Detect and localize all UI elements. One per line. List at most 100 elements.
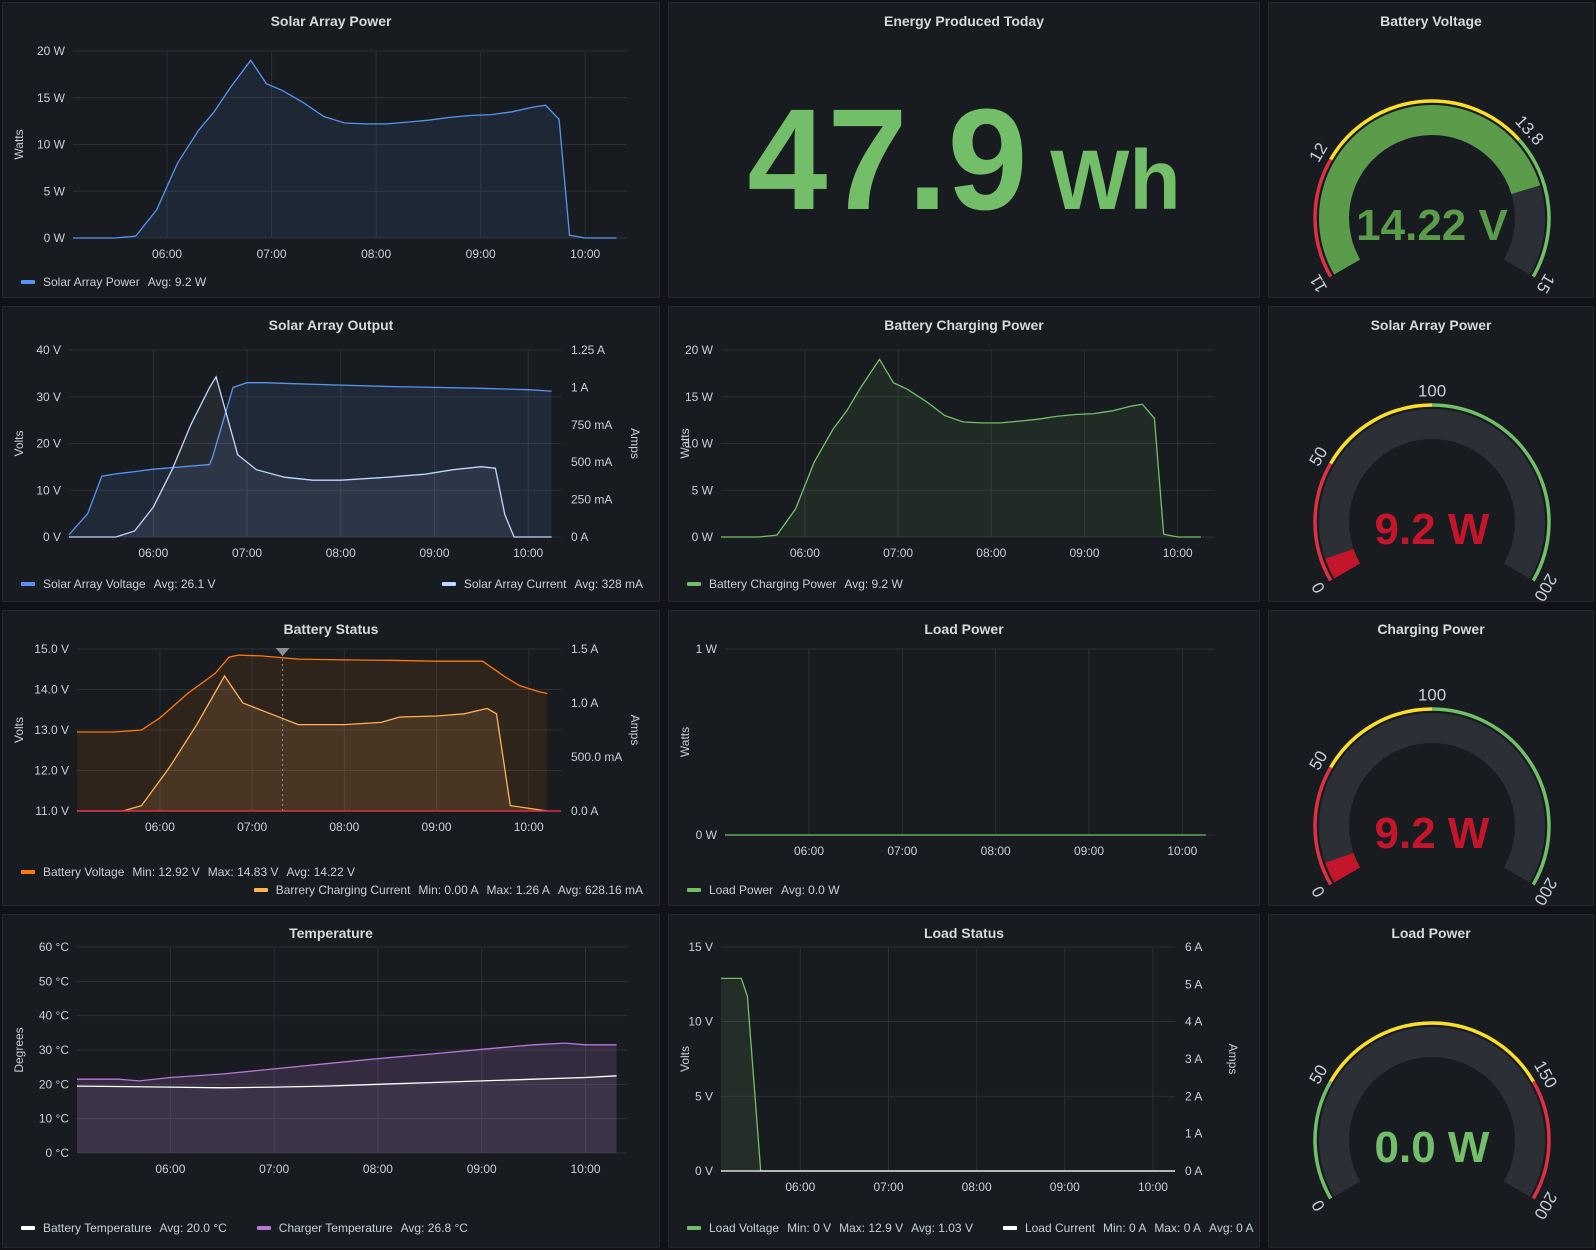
panel-title[interactable]: Energy Produced Today [669, 13, 1259, 29]
y-tick-label: 30 °C [39, 1043, 69, 1057]
y2-tick-label: 0 A [1185, 1164, 1202, 1178]
legend-item[interactable]: Load Power Avg: 0.0 W [687, 883, 848, 897]
x-tick-label: 09:00 [1069, 546, 1099, 560]
y-axis-label: Volts [678, 1046, 692, 1072]
y2-tick-label: 2 A [1185, 1089, 1202, 1103]
y-tick-label: 15 V [688, 940, 713, 954]
y2-axis-label: Amps [1226, 1044, 1240, 1075]
legend-series-name: Load Voltage [709, 1221, 780, 1235]
solar-array-power-gauge: 0501002009.2 W [1306, 381, 1561, 601]
y2-tick-label: 250 mA [571, 493, 612, 507]
x-tick-label: 07:00 [237, 820, 267, 834]
y2-tick-label: 1.5 A [571, 642, 598, 656]
solar-array-output-chart: 0 V 10 V 20 V 30 V 40 V 0 A 250 mA 500 mA 750 mA… [12, 343, 642, 560]
legend-swatch [687, 1226, 701, 1230]
legend-series-name: Battery Charging Power [709, 577, 837, 591]
legend-item[interactable]: Battery Voltage Min: 12.92 V Max: 14.83 V A… [21, 865, 363, 879]
panel-load-power-gauge[interactable]: Load Power 0 50 150 200 0.0 W [1268, 914, 1594, 1248]
legend-item[interactable]: Solar Array Voltage Avg: 26.1 V [21, 577, 224, 591]
legend-stat: Min: 0 A [1103, 1221, 1147, 1235]
x-tick-label: 06:00 [790, 546, 820, 560]
x-tick-label: 10:00 [1167, 844, 1197, 858]
energy-unit: Wh [1050, 133, 1181, 227]
legend-series-name: Solar Array Voltage [43, 577, 146, 591]
x-tick-label: 10:00 [1163, 546, 1193, 560]
x-tick-label: 08:00 [361, 247, 391, 261]
legend-charging-current: Barrery Charging Current Min: 0.00 A Max: … [253, 883, 651, 897]
y-tick-label: 50 °C [39, 974, 69, 988]
panel-load-power[interactable]: Load Power 0 W 1 W 06:00 07:00 08:00 09:00 10:… [668, 610, 1260, 906]
x-tick-label: 10:00 [570, 1162, 600, 1176]
load-power-chart: 0 W 1 W 06:00 07:00 08:00 09:00 10:00 Watts [678, 642, 1215, 858]
y-axis-label: Watts [678, 428, 692, 458]
legend: Load Voltage Min: 0 V Max: 12.9 V Avg: 1.03… [687, 1221, 1259, 1235]
x-tick-label: 07:00 [873, 1180, 903, 1194]
legend-item[interactable]: Solar Array Power Avg: 9.2 W [21, 275, 214, 289]
gauge-value: 14.22 V [1356, 201, 1508, 250]
legend-stat: Avg: 0.0 W [781, 883, 840, 897]
y-tick-label: 20 W [685, 343, 714, 357]
y-tick-label: 20 W [37, 44, 66, 58]
y-tick-label: 0 W [692, 530, 714, 544]
legend-item[interactable]: Solar Array Current Avg: 328 mA [441, 577, 651, 591]
legend-current: Solar Array Current Avg: 328 mA [441, 577, 651, 591]
panel-battery-charging-power[interactable]: Battery Charging Power 0 W5 W 10 W 15 W 20 … [668, 306, 1260, 602]
legend-swatch [21, 280, 35, 284]
legend-series-name: Solar Array Power [43, 275, 140, 289]
legend-item[interactable]: Charger Temperature Avg: 26.8 °C [256, 1221, 476, 1235]
y-axis-label: Degrees [12, 1027, 26, 1072]
y2-tick-label: 0 A [571, 530, 588, 544]
gauge-value-arc [1325, 548, 1361, 579]
legend-stat: Avg: 14.22 V [286, 865, 355, 879]
panel-load-status[interactable]: Load Status 0 V5 V 10 V 15 V0 A1 A2 A3 A4 … [668, 914, 1260, 1248]
y-tick-label: 13.0 V [34, 723, 69, 737]
y-tick-label: 15 W [37, 91, 66, 105]
panel-solar-array-power-gauge[interactable]: Solar Array Power 0 50 100 200 9.2 W [1268, 306, 1594, 602]
legend-stat: Max: 14.83 V [207, 865, 279, 879]
y-tick-label: 14.0 V [34, 683, 69, 697]
legend-item[interactable]: Load Current Min: 0 A Max: 0 A Avg: 0 A [1002, 1221, 1259, 1235]
legend-swatch [21, 1226, 35, 1230]
legend-item[interactable]: Load Voltage Min: 0 V Max: 12.9 V Avg: 1.03… [687, 1221, 981, 1235]
gauge-tick-label: 100 [1418, 381, 1446, 400]
x-tick-label: 08:00 [981, 844, 1011, 858]
x-tick-label: 08:00 [326, 546, 356, 560]
legend: Battery Charging Power Avg: 9.2 W [687, 577, 911, 591]
legend: Solar Array Power Avg: 9.2 W [21, 275, 214, 289]
y-tick-label: 15.0 V [34, 642, 69, 656]
legend-stat: Max: 0 A [1154, 1221, 1202, 1235]
x-tick-label: 09:00 [466, 247, 496, 261]
legend-stat: Min: 12.92 V [132, 865, 200, 879]
panel-battery-status[interactable]: Battery Status 11.0 V 12.0 V 13.0 V 14.0 V1… [2, 610, 660, 906]
panel-energy-produced-today[interactable]: Energy Produced Today 47.9 Wh [668, 2, 1260, 298]
y-axis-label: Volts [12, 717, 26, 743]
y-tick-label: 1 W [696, 642, 718, 656]
legend-swatch [21, 870, 35, 874]
y2-tick-label: 3 A [1185, 1052, 1202, 1066]
gauge-value: 9.2 W [1375, 505, 1490, 554]
gauge-value: 9.2 W [1375, 809, 1490, 858]
legend-item[interactable]: Battery Charging Power Avg: 9.2 W [687, 577, 911, 591]
panel-solar-array-output[interactable]: Solar Array Output 0 V 10 V 20 V 30 V 40 V0 … [2, 306, 660, 602]
panel-solar-array-power[interactable]: Solar Array Power 0 W 5 W 10 W 15 W 20 W 06:0… [2, 2, 660, 298]
y-tick-label: 40 °C [39, 1009, 69, 1023]
legend-series-name: Load Current [1024, 1221, 1095, 1235]
y2-axis-label: Amps [628, 715, 642, 746]
x-tick-label: 06:00 [155, 1162, 185, 1176]
legend-stat: Avg: 9.2 W [844, 577, 903, 591]
legend-item[interactable]: Barrery Charging Current Min: 0.00 A Max: … [253, 883, 651, 897]
y-tick-label: 0 W [44, 231, 66, 245]
y-tick-label: 10 V [688, 1015, 713, 1029]
x-tick-label: 10:00 [1138, 1180, 1168, 1194]
x-tick-label: 09:00 [419, 546, 449, 560]
panel-charging-power-gauge[interactable]: Charging Power 0 50 100 200 9.2 W [1268, 610, 1594, 906]
series-area [721, 978, 1175, 1171]
legend-series-name: Barrery Charging Current [275, 883, 411, 897]
battery-voltage-gauge: 111213.81514.22 V [1306, 99, 1558, 296]
solar-array-power-chart: 0 W 5 W 10 W 15 W 20 W 06:00 07:00 08:00 09:00 10… [12, 44, 627, 261]
y-tick-label: 11.0 V [35, 804, 69, 818]
x-tick-label: 06:00 [145, 820, 175, 834]
legend-item[interactable]: Battery Temperature Avg: 20.0 °C [21, 1221, 235, 1235]
panel-temperature[interactable]: Temperature 0 °C 10 °C 20 °C 30 °C 40 °C 50 °… [2, 914, 660, 1248]
panel-battery-voltage[interactable]: Battery Voltage 11 12 13.8 15 14.22 V [1268, 2, 1594, 298]
